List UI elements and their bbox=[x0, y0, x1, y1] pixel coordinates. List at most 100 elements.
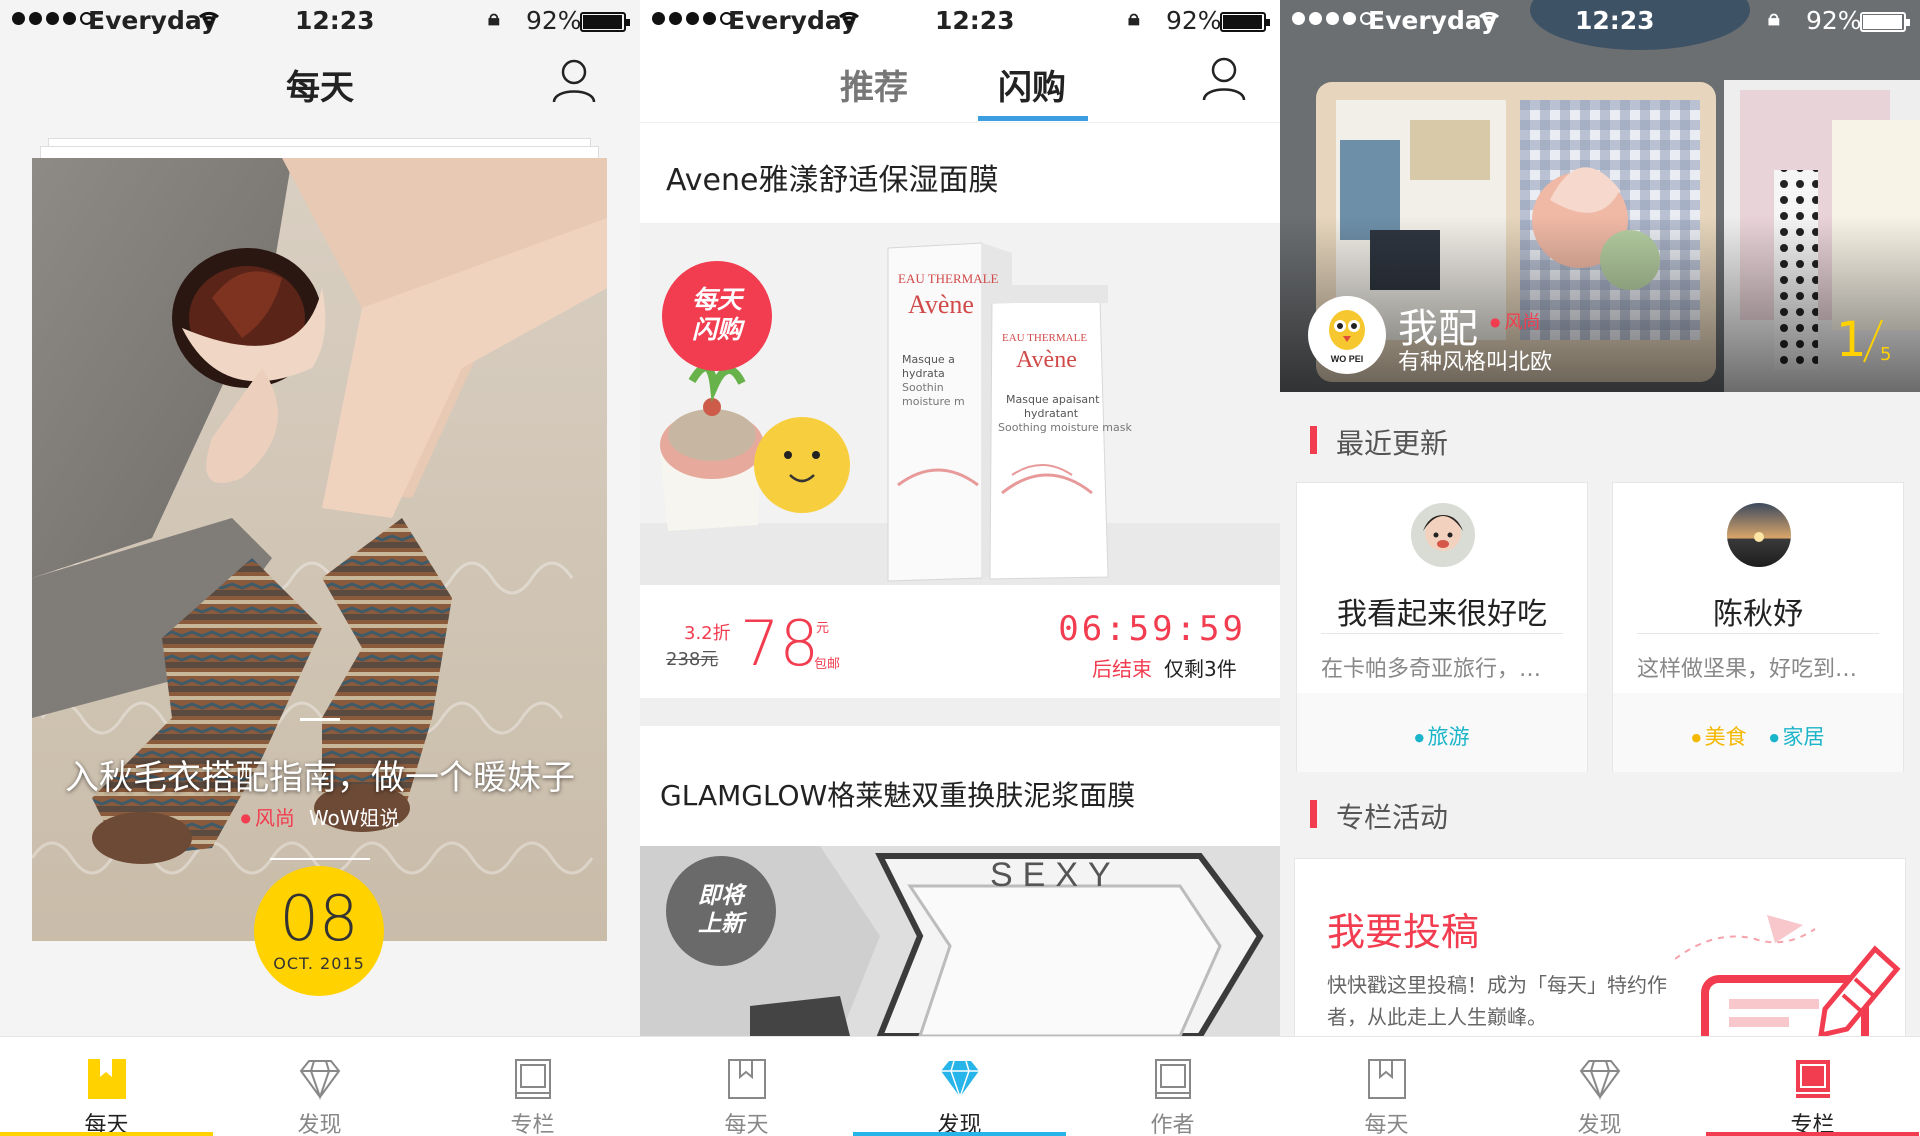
tab-active-indicator bbox=[1706, 1132, 1919, 1136]
wifi-icon bbox=[836, 6, 862, 35]
tab-discover[interactable]: 发现 bbox=[1493, 1037, 1706, 1136]
section-accent-bar bbox=[1310, 426, 1317, 454]
bookmark-icon bbox=[726, 1057, 768, 1103]
author-name[interactable]: WoW姐说 bbox=[309, 806, 400, 830]
category-tag[interactable]: 旅游 bbox=[1414, 725, 1469, 749]
tab-label: 每天 bbox=[724, 1113, 769, 1136]
status-bar: Everyday 12:23 🔒︎ 92% bbox=[1280, 0, 1920, 40]
battery-icon bbox=[1220, 12, 1270, 32]
stock-remaining: 仅剩3件 bbox=[1164, 657, 1237, 681]
signal-icon bbox=[1292, 12, 1373, 25]
original-price: 238元 bbox=[666, 649, 719, 670]
tab-daily[interactable]: 每天 bbox=[1280, 1037, 1493, 1136]
tab-active-indicator bbox=[853, 1132, 1066, 1136]
section-title: 最近更新 bbox=[1336, 427, 1449, 460]
box-brand-text: EAU THERMALE bbox=[898, 271, 999, 286]
latest-post-excerpt: 在卡帕多奇亚旅行，… bbox=[1321, 657, 1542, 682]
article-headline[interactable]: 入秋毛衣搭配指南，做一个暖妹子 bbox=[0, 750, 640, 799]
bookmark-icon bbox=[1366, 1057, 1408, 1103]
tab-discover[interactable]: 发现 bbox=[853, 1037, 1066, 1136]
tab-label: 作者 bbox=[1150, 1113, 1195, 1136]
tab-recommend[interactable]: 推荐 bbox=[840, 60, 908, 109]
badge-line: 闪购 bbox=[691, 315, 742, 344]
book-icon bbox=[512, 1057, 554, 1103]
battery-percent: 92% bbox=[1806, 6, 1862, 35]
book-icon bbox=[1792, 1057, 1834, 1103]
avatar bbox=[1411, 503, 1475, 567]
product-image: SEXY 即将 上新 bbox=[640, 846, 1280, 1036]
battery-percent: 92% bbox=[526, 6, 582, 35]
diamond-icon bbox=[1579, 1057, 1621, 1103]
screen-daily: Everyday 12:23 🔒︎ 92% 每天 入秋毛衣搭配指南，做一个暖妹子… bbox=[0, 0, 640, 1136]
avatar bbox=[1727, 503, 1791, 567]
card-divider bbox=[1637, 633, 1879, 634]
date-divider bbox=[270, 858, 370, 860]
box-desc-text: Masque a bbox=[902, 353, 955, 366]
tag-list: 旅游 bbox=[1297, 721, 1587, 751]
shipping-label: 包邮 bbox=[814, 657, 841, 672]
signal-icon bbox=[652, 12, 733, 25]
category-tag[interactable]: 风尚 bbox=[240, 806, 294, 830]
price-row: 3.2折 238元 78 元 包邮 06:59:59 后结束 仅剩3件 bbox=[640, 585, 1280, 698]
tab-authors[interactable]: 作者 bbox=[1066, 1037, 1279, 1136]
screen-flash-sale: Everyday 12:23 🔒︎ 92% 推荐 闪购 Avene雅漾舒适保湿面… bbox=[640, 0, 1280, 1136]
rotation-lock-icon: 🔒︎ bbox=[488, 6, 500, 31]
card-divider bbox=[1321, 633, 1563, 634]
tab-columns[interactable]: 专栏 bbox=[426, 1037, 639, 1136]
category-tag[interactable]: 家居 bbox=[1769, 725, 1824, 749]
tab-active-indicator bbox=[978, 116, 1088, 121]
logo-text: WO PEI bbox=[1331, 354, 1364, 364]
rotation-lock-icon: 🔒︎ bbox=[1128, 6, 1140, 31]
bookmark-icon bbox=[86, 1057, 128, 1103]
tab-daily[interactable]: 每天 bbox=[0, 1037, 213, 1136]
product-title[interactable]: Avene雅漾舒适保湿面膜 bbox=[666, 155, 998, 199]
badge-line: 上新 bbox=[698, 911, 744, 937]
tag-list: 美食 家居 bbox=[1613, 721, 1903, 751]
profile-icon[interactable] bbox=[1200, 54, 1248, 102]
latest-post-excerpt: 这样做坚果，好吃到… bbox=[1637, 657, 1858, 682]
submit-article-card[interactable]: 我要投稿 快快戳这里投稿！成为「每天」特约作者，从此走上人生巅峰。 bbox=[1294, 858, 1906, 1038]
tab-columns[interactable]: 专栏 bbox=[1706, 1037, 1919, 1136]
profile-icon[interactable] bbox=[550, 56, 598, 104]
tab-discover[interactable]: 发现 bbox=[213, 1037, 426, 1136]
countdown-timer: 06:59:59 bbox=[1058, 609, 1246, 649]
page-title: 每天 bbox=[286, 68, 354, 108]
date-badge: 08 OCT. 2015 bbox=[254, 866, 384, 996]
tab-bar: 每天 发现 专栏 bbox=[0, 1036, 640, 1136]
date-day: 08 bbox=[279, 882, 359, 955]
headline-divider bbox=[300, 718, 340, 721]
tab-bar: 每天 发现 作者 bbox=[640, 1036, 1280, 1136]
rotation-lock-icon: 🔒︎ bbox=[1768, 6, 1780, 31]
product-image: EAU THERMALE Avène Masque a hydrata Soot… bbox=[640, 223, 1280, 585]
tab-bar: 每天 发现 专栏 bbox=[1280, 1036, 1920, 1136]
battery-icon bbox=[580, 12, 630, 32]
recent-updates-heading: 最近更新 bbox=[1310, 422, 1448, 462]
article-meta: 风尚 WoW姐说 bbox=[0, 802, 640, 831]
wifi-icon bbox=[196, 6, 222, 35]
tab-label: 发现 bbox=[1577, 1113, 1622, 1136]
hero-carousel[interactable]: Everyday 12:23 🔒︎ 92% WO PEI 我配 风尚 有种风格叫… bbox=[1280, 0, 1920, 392]
price-unit: 元 bbox=[816, 621, 830, 636]
battery-percent: 92% bbox=[1166, 6, 1222, 35]
tab-flash-sale[interactable]: 闪购 bbox=[998, 60, 1066, 109]
author-card[interactable]: 我看起来很好吃 在卡帕多奇亚旅行，… 旅游 bbox=[1296, 482, 1588, 772]
wifi-icon bbox=[1476, 6, 1502, 35]
hero-category-tag[interactable]: 风尚 bbox=[1490, 308, 1540, 334]
author-card[interactable]: 陈秋妤 这样做坚果，好吃到… 美食 家居 bbox=[1612, 482, 1904, 772]
flash-sale-badge: 每天 闪购 bbox=[662, 261, 772, 371]
product-title[interactable]: GLAMGLOW格莱魅双重换肤泥浆面膜 bbox=[660, 774, 1135, 814]
diamond-icon bbox=[299, 1057, 341, 1103]
category-tag[interactable]: 美食 bbox=[1692, 725, 1747, 749]
tab-label: 发现 bbox=[297, 1113, 342, 1136]
column-activity-heading: 专栏活动 bbox=[1310, 796, 1448, 836]
status-bar: Everyday 12:23 🔒︎ 92% bbox=[0, 0, 640, 40]
flash-sale-card[interactable]: GLAMGLOW格莱魅双重换肤泥浆面膜 SEXY 即将 上新 bbox=[640, 726, 1280, 1036]
clock: 12:23 bbox=[1575, 6, 1655, 35]
hero-subtitle: 有种风格叫北欧 bbox=[1398, 350, 1553, 375]
tab-daily[interactable]: 每天 bbox=[640, 1037, 853, 1136]
flash-sale-card[interactable]: Avene雅漾舒适保湿面膜 EAU THERMALE Avène Masque … bbox=[640, 123, 1280, 698]
author-name: 陈秋妤 bbox=[1713, 597, 1803, 632]
badge-line: 每天 bbox=[691, 285, 742, 314]
coming-soon-badge: 即将 上新 bbox=[666, 856, 776, 966]
package-text: SEXY bbox=[990, 856, 1121, 894]
